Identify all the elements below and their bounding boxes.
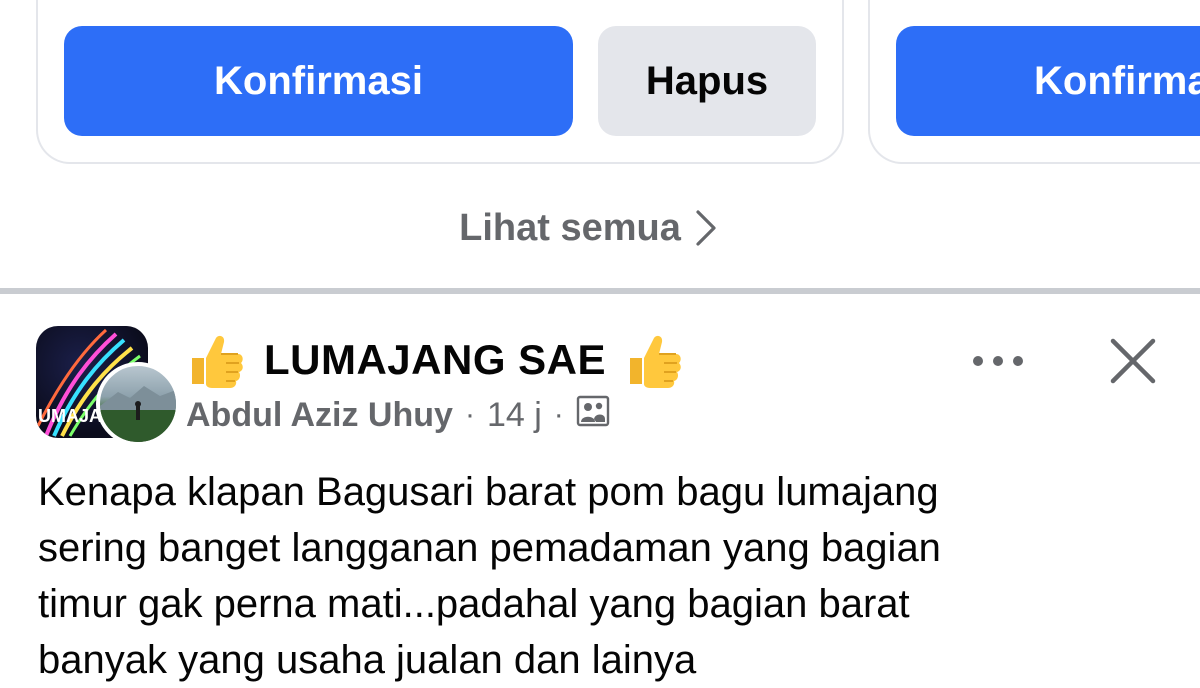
- confirm-button[interactable]: Konfirmasi: [896, 26, 1200, 136]
- see-all-link[interactable]: Lihat semua: [0, 200, 1176, 256]
- post-meta: Abdul Aziz Uhuy · 14 j ·: [186, 392, 610, 438]
- author-name[interactable]: Abdul Aziz Uhuy: [186, 396, 453, 435]
- close-post-button[interactable]: [1104, 334, 1162, 392]
- more-options-button[interactable]: [968, 338, 1028, 388]
- section-divider: [0, 288, 1200, 294]
- confirm-button[interactable]: Konfirmasi: [64, 26, 573, 136]
- author-avatar[interactable]: [96, 362, 180, 446]
- group-audience-icon: [576, 394, 610, 437]
- meta-separator: ·: [464, 398, 475, 431]
- post-body-text: Kenapa klapan Bagusari barat pom bagu lu…: [38, 470, 941, 682]
- chevron-right-icon: [695, 209, 717, 247]
- thumbs-up-icon: [624, 330, 684, 390]
- see-all-label: Lihat semua: [459, 206, 681, 249]
- delete-button[interactable]: Hapus: [598, 26, 816, 136]
- group-avatar-stack[interactable]: UMAJAN: [36, 326, 180, 446]
- meta-separator: ·: [553, 398, 564, 431]
- more-horizontal-icon: [972, 354, 1024, 372]
- thumbs-up-icon: [186, 330, 246, 390]
- group-name[interactable]: LUMAJANG SAE: [264, 336, 606, 384]
- post-timestamp[interactable]: 14 j: [487, 396, 542, 435]
- group-name-row[interactable]: LUMAJANG SAE: [186, 330, 684, 390]
- close-icon: [1109, 337, 1157, 390]
